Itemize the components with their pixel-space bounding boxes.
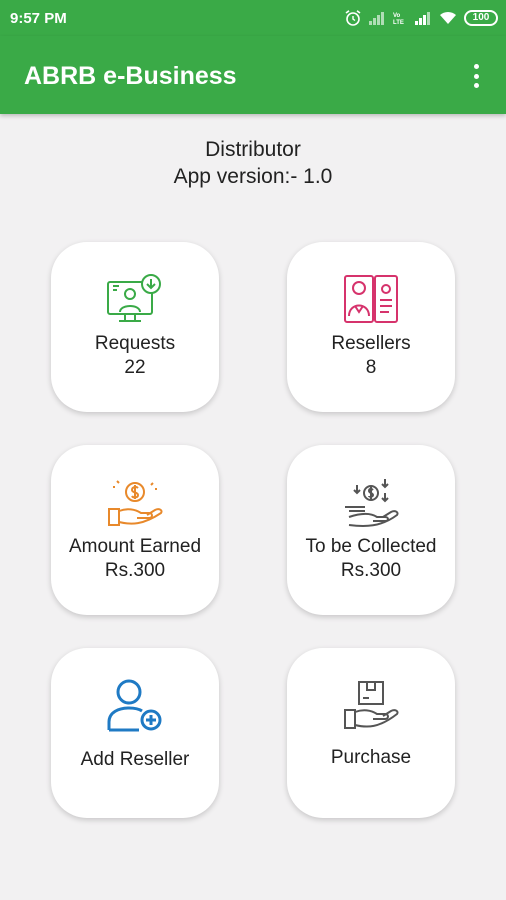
requests-label: Requests [94, 333, 176, 354]
resellers-label: Resellers [331, 333, 411, 354]
app-version: App version:- 1.0 [173, 165, 333, 188]
signal-icon-2 [415, 12, 430, 25]
status-time: 9:57 PM [10, 10, 67, 27]
money-hand-icon [108, 480, 163, 526]
amount-earned-label: Amount Earned [68, 536, 202, 557]
to-be-collected-card[interactable]: To be Collected Rs.300 [287, 445, 455, 615]
to-be-collected-value: Rs.300 [340, 560, 402, 581]
to-be-collected-label: To be Collected [305, 536, 437, 557]
requests-card[interactable]: Requests 22 [51, 242, 219, 412]
purchase-card[interactable]: Purchase [287, 648, 455, 818]
header-info: Distributor App version:- 1.0 [0, 136, 506, 190]
wifi-icon [440, 11, 456, 24]
role-label: Distributor [205, 138, 301, 161]
app-bar: ABRB e-Business [0, 36, 506, 114]
status-bar: 9:57 PM Vo LTE 100 [0, 0, 506, 36]
volte-icon: VoLTE [393, 13, 404, 26]
purchase-box-icon [344, 681, 399, 729]
add-user-icon [107, 679, 162, 732]
collect-money-icon [345, 479, 399, 527]
svg-text:LTE: LTE [393, 20, 404, 26]
resellers-icon [344, 275, 398, 323]
alarm-icon [345, 10, 361, 26]
resellers-value: 8 [365, 357, 377, 378]
requests-value: 22 [124, 357, 146, 378]
status-icons: Vo LTE 100 [344, 8, 498, 28]
overflow-menu-icon[interactable] [466, 60, 486, 92]
add-reseller-card[interactable]: Add Reseller [51, 648, 219, 818]
app-title: ABRB e-Business [24, 62, 237, 90]
amount-earned-value: Rs.300 [104, 560, 166, 581]
add-reseller-label: Add Reseller [80, 749, 190, 770]
purchase-label: Purchase [330, 747, 412, 768]
battery-icon: 100 [464, 10, 498, 26]
resellers-card[interactable]: Resellers 8 [287, 242, 455, 412]
signal-icon [369, 12, 384, 25]
svg-text:Vo: Vo [393, 13, 401, 19]
amount-earned-card[interactable]: Amount Earned Rs.300 [51, 445, 219, 615]
requests-icon [107, 274, 161, 322]
